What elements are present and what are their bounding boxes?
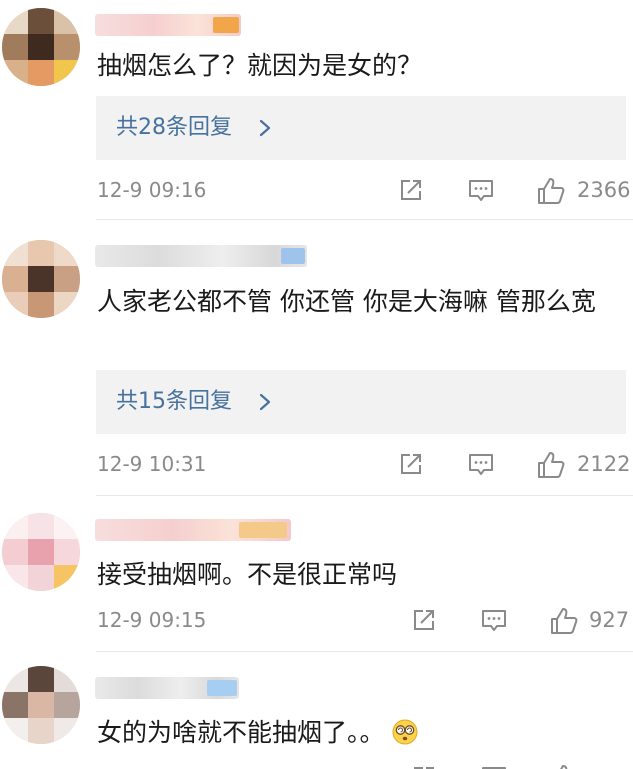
comment-meta: 12-9 09:15 927 <box>0 606 633 636</box>
comment-meta <box>0 763 633 769</box>
timestamp: 12-9 10:31 <box>97 452 207 476</box>
reply-box[interactable]: 共28条回复 <box>96 96 626 160</box>
comment-text: 人家老公都不管 你还管 你是大海嘛 管那么宽 <box>97 287 596 316</box>
dizzy-face-emoji <box>392 719 418 745</box>
view-replies-link[interactable]: 共28条回复 <box>116 113 232 143</box>
comment-icon[interactable] <box>467 176 495 204</box>
comment-icon[interactable] <box>467 450 495 478</box>
comment-icon[interactable] <box>480 606 508 634</box>
chevron-right-icon <box>254 391 276 413</box>
like-icon[interactable] <box>536 450 566 480</box>
share-icon[interactable] <box>410 763 438 769</box>
comment-meta: 12-9 09:16 2366 <box>0 176 633 206</box>
share-icon[interactable] <box>397 176 425 204</box>
username[interactable] <box>95 14 241 36</box>
comment-meta: 12-9 10:31 2122 <box>0 450 633 480</box>
avatar[interactable] <box>2 240 80 318</box>
divider <box>96 219 633 220</box>
reply-box[interactable]: 共15条回复 <box>96 370 626 434</box>
timestamp: 12-9 09:15 <box>97 608 207 632</box>
timestamp: 12-9 09:16 <box>97 178 207 202</box>
divider <box>96 651 633 652</box>
comment-icon[interactable] <box>480 763 508 769</box>
username[interactable] <box>95 677 239 699</box>
like-icon[interactable] <box>549 606 579 636</box>
share-icon[interactable] <box>410 606 438 634</box>
divider <box>96 495 633 496</box>
comment-text-content: 女的为啥就不能抽烟了。。 <box>97 718 385 747</box>
comment-text: 接受抽烟啊。不是很正常吗 <box>97 560 398 589</box>
avatar[interactable] <box>2 513 80 591</box>
like-count: 2122 <box>577 452 631 476</box>
view-replies-link[interactable]: 共15条回复 <box>116 387 232 417</box>
username[interactable] <box>95 519 291 541</box>
share-icon[interactable] <box>397 450 425 478</box>
like-icon[interactable] <box>536 176 566 206</box>
like-icon[interactable] <box>549 763 577 769</box>
like-count: 2366 <box>577 178 631 202</box>
username[interactable] <box>95 245 307 267</box>
avatar[interactable] <box>2 8 80 86</box>
chevron-right-icon <box>254 117 276 139</box>
comment-text: 抽烟怎么了？就因为是女的？ <box>97 51 423 80</box>
like-count: 927 <box>589 608 630 632</box>
comment-text: 女的为啥就不能抽烟了。。 <box>97 714 617 752</box>
avatar[interactable] <box>2 666 80 744</box>
